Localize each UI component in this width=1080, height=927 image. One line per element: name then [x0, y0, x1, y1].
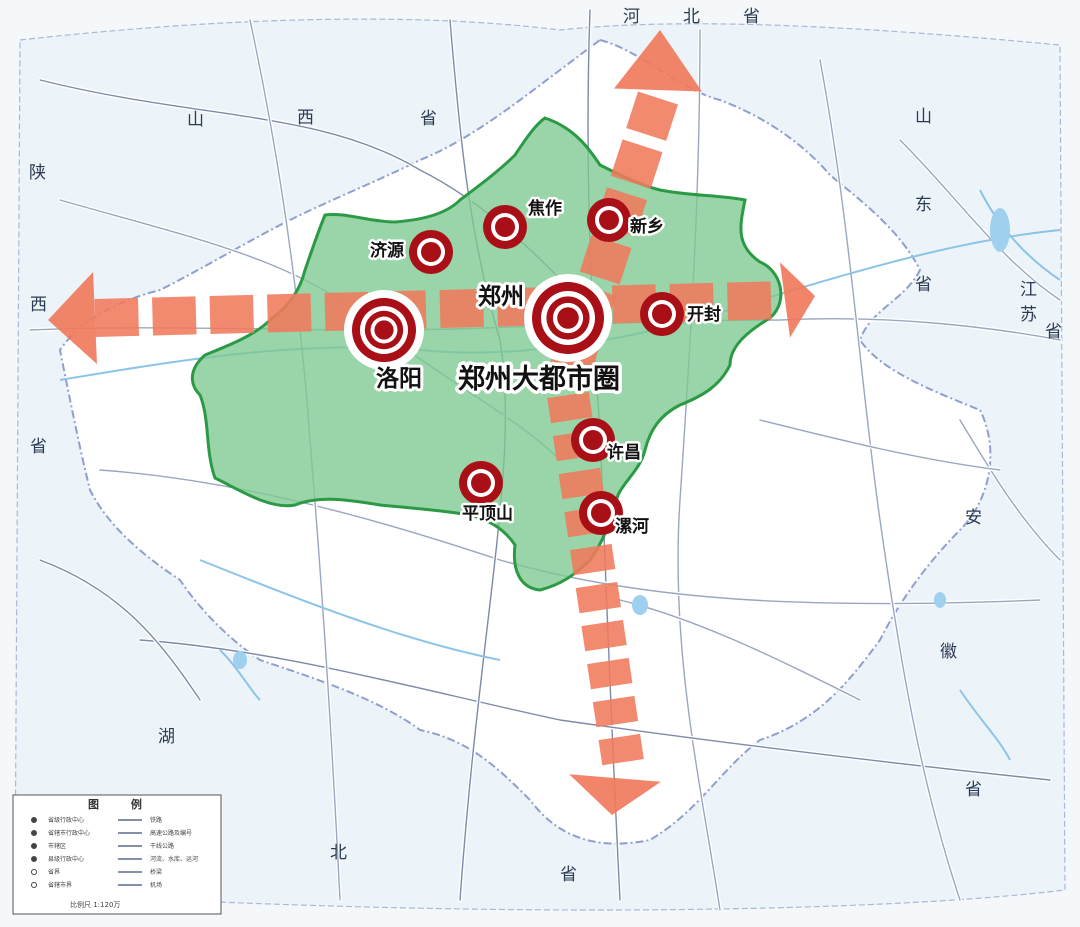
legend-symbol	[31, 830, 37, 836]
legend-item-label: 市辖区	[48, 842, 66, 850]
legend-item-label: 干线公路	[150, 842, 174, 850]
axis-dash	[267, 293, 312, 333]
province-label: 苏	[1020, 305, 1039, 325]
metro-region-label: 郑州大都市圈	[458, 363, 620, 395]
legend-item-label: 高速公路及编号	[150, 829, 192, 837]
city-label-jiaozuo: 焦作	[527, 198, 562, 219]
map-root: 河 北 省 山 西 省 陕 西 省 山 东 省 江 苏 省 安 徽 省 湖 北 …	[0, 0, 1080, 927]
major-city-ring	[557, 307, 579, 329]
province-label: 江	[1020, 280, 1039, 300]
city-label-xinxiang: 新乡	[630, 216, 664, 237]
city-label-xuchang: 许昌	[607, 442, 641, 463]
city-marker-dot	[599, 210, 619, 230]
legend-item-label: 河流、水库、运河	[150, 855, 198, 863]
city-label-kaifeng: 开封	[687, 304, 721, 325]
city-label-jiyuan: 济源	[370, 240, 404, 261]
legend-box	[12, 794, 222, 915]
legend-symbol	[31, 856, 37, 862]
major-city-ring	[374, 320, 394, 340]
province-label: 省	[743, 7, 762, 27]
lake	[990, 208, 1010, 252]
legend-item-label: 桥梁	[150, 868, 162, 876]
city-label-luohe: 漯河	[615, 517, 649, 537]
city-marker-dot	[421, 242, 441, 262]
province-label: 省	[30, 437, 49, 457]
city-marker-dot	[583, 430, 603, 450]
axis-dash	[94, 297, 140, 337]
province-label: 省	[915, 275, 934, 295]
lake	[632, 595, 648, 615]
province-label: 陕	[29, 163, 48, 183]
legend-title: 图 例	[88, 797, 156, 811]
province-label: 省	[420, 109, 439, 129]
province-label: 省	[1045, 322, 1064, 342]
map-legend: 图 例 省级行政中心省辖市行政中心市辖区县级行政中心省界省辖市界 铁路高速公路及编…	[12, 794, 222, 915]
city-label-luoyang: 洛阳	[376, 365, 422, 392]
city-marker-dot	[471, 473, 491, 493]
legend-item-label: 省级行政中心	[48, 816, 84, 824]
lake	[233, 651, 247, 669]
city-marker-dot	[495, 217, 515, 237]
legend-item-label: 省辖市界	[48, 881, 72, 889]
province-label: 西	[297, 108, 316, 128]
province-label: 徽	[940, 642, 959, 662]
province-label: 东	[915, 195, 934, 215]
province-label: 山	[187, 110, 206, 130]
legend-item-label: 省界	[48, 868, 60, 876]
legend-symbol	[31, 817, 37, 823]
city-marker-dot	[652, 304, 672, 324]
legend-item-label: 县级行政中心	[48, 855, 84, 863]
province-label: 省	[965, 780, 984, 800]
province-label: 湖	[158, 727, 177, 747]
city-marker-dot	[591, 503, 611, 523]
lake	[934, 592, 946, 608]
legend-scale: 比例尺 1:120万	[70, 900, 120, 909]
province-label: 北	[683, 7, 702, 27]
province-label: 北	[330, 843, 349, 863]
city-label-pingdingshan: 平顶山	[462, 504, 513, 524]
legend-symbol	[31, 843, 37, 849]
province-label: 河	[623, 7, 642, 27]
province-label: 安	[965, 508, 984, 528]
axis-dash	[727, 281, 772, 321]
axis-dash	[152, 296, 197, 336]
province-label: 西	[30, 295, 49, 315]
city-label-zhengzhou: 郑州	[478, 284, 524, 310]
map-canvas: 河 北 省 山 西 省 陕 西 省 山 东 省 江 苏 省 安 徽 省 湖 北 …	[0, 0, 1080, 927]
legend-item-label: 机场	[150, 881, 162, 889]
axis-dash	[209, 294, 255, 334]
province-label: 山	[915, 107, 934, 127]
legend-item-label: 铁路	[150, 816, 162, 824]
legend-item-label: 省辖市行政中心	[48, 829, 90, 837]
province-label: 省	[560, 865, 579, 885]
